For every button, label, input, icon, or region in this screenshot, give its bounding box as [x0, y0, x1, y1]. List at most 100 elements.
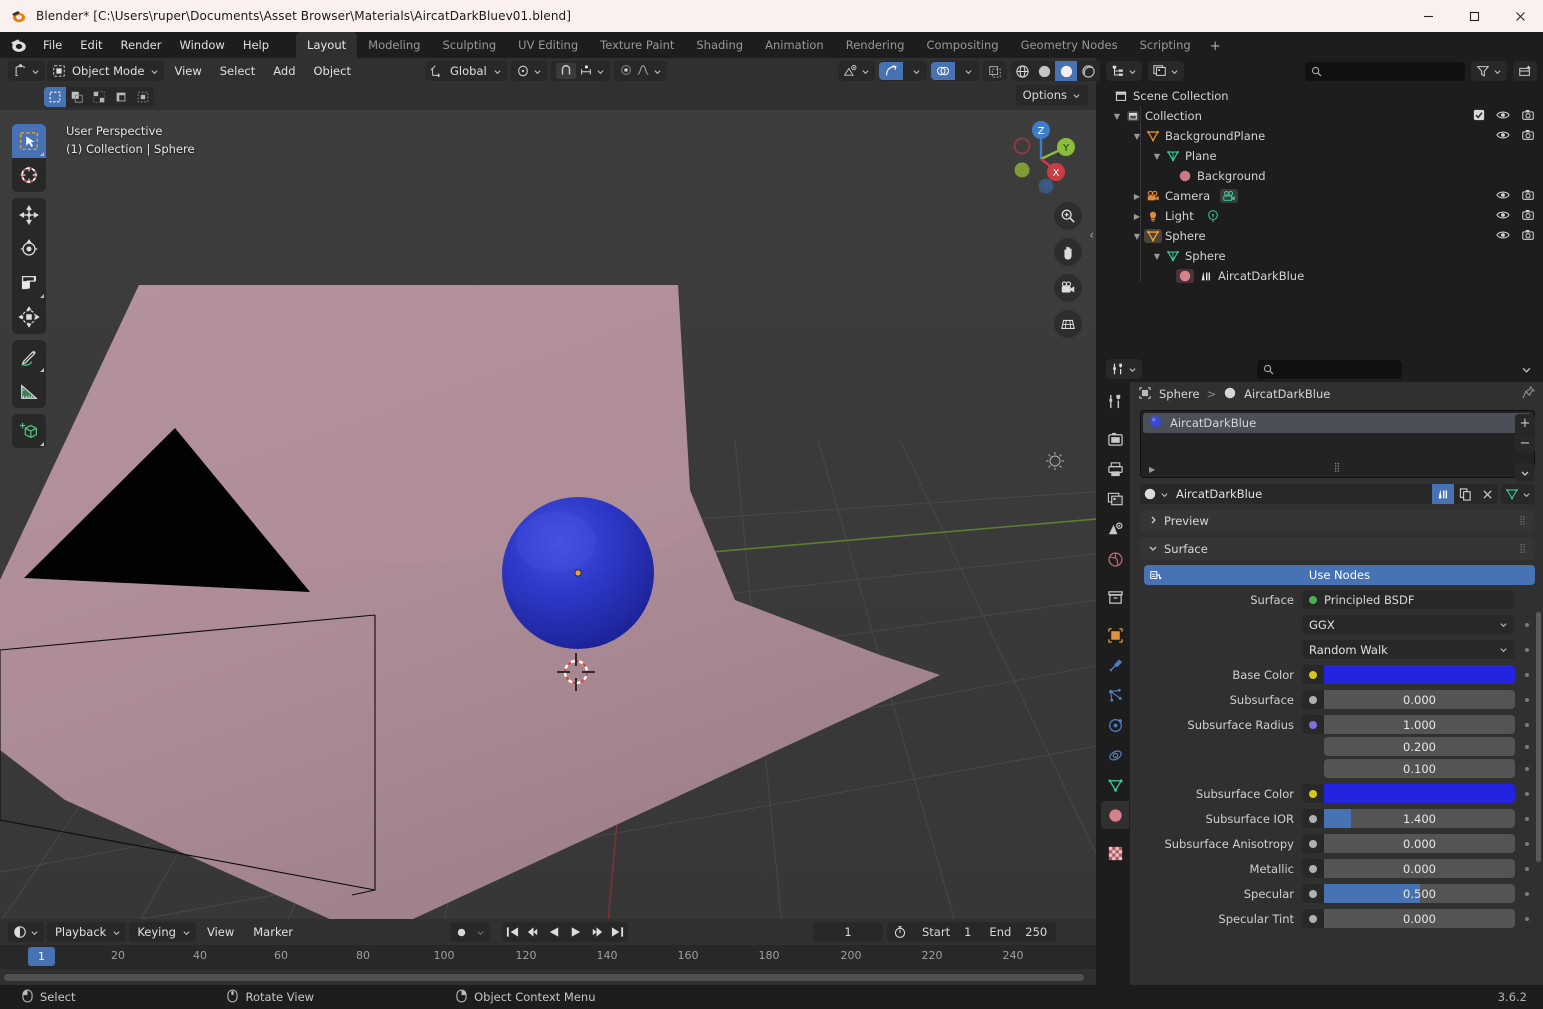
properties-search-input[interactable] — [1256, 359, 1402, 379]
use-nodes-button[interactable]: Use Nodes — [1144, 565, 1535, 585]
pin-properties-icon[interactable] — [1522, 385, 1536, 402]
zoom-view-icon[interactable] — [1054, 202, 1082, 230]
add-material-slot-button[interactable]: + — [1515, 414, 1535, 433]
playhead[interactable]: 1 — [28, 947, 55, 966]
tab-texture[interactable] — [1101, 839, 1129, 867]
xray-toggle[interactable] — [983, 61, 1007, 81]
expand-triangle-icon[interactable]: ▼ — [1130, 232, 1144, 241]
properties-vertical-scrollbar[interactable] — [1536, 612, 1541, 862]
material-datablock-selector[interactable]: AircatDarkBlue — [1140, 484, 1498, 504]
object-visibility-dropdown[interactable] — [838, 61, 875, 81]
outliner-row-collection[interactable]: ▼ Collection — [1100, 106, 1543, 126]
tab-compositing[interactable]: Compositing — [915, 32, 1009, 58]
outliner-filter-dropdown[interactable] — [1471, 61, 1507, 81]
outliner-row-sphere-object[interactable]: ▼ Sphere — [1100, 226, 1543, 246]
specular-field[interactable]: 0.500 — [1324, 884, 1515, 903]
animate-property-icon[interactable] — [1519, 744, 1535, 749]
playback-dropdown[interactable]: Playback — [47, 922, 127, 942]
subsurface-socket-button[interactable] — [1302, 690, 1324, 709]
tool-measure-icon[interactable] — [12, 374, 46, 408]
subsurface-ior-socket-button[interactable] — [1302, 809, 1324, 828]
metallic-socket-button[interactable] — [1302, 859, 1324, 878]
end-frame-field[interactable]: End 250 — [980, 922, 1056, 942]
expand-triangle-icon[interactable]: ▶ — [1130, 212, 1144, 221]
subsurface-color-socket-button[interactable] — [1302, 784, 1324, 803]
tool-rotate-icon[interactable] — [12, 232, 46, 266]
tab-world[interactable] — [1101, 545, 1129, 573]
camera-render-icon[interactable] — [1521, 108, 1535, 124]
fake-user-icon[interactable] — [1432, 484, 1454, 504]
start-frame-field[interactable]: Start 1 — [913, 922, 980, 942]
outliner-row-light[interactable]: ▶ Light — [1100, 206, 1543, 226]
animate-property-icon[interactable] — [1519, 672, 1535, 677]
animate-property-icon[interactable] — [1519, 722, 1535, 727]
tab-output[interactable] — [1101, 455, 1129, 483]
transform-orientation-dropdown[interactable]: Global — [425, 61, 507, 81]
tab-rendering[interactable]: Rendering — [835, 32, 916, 58]
toggle-perspective-icon[interactable] — [1054, 310, 1082, 338]
select-subtract-icon[interactable] — [88, 87, 110, 107]
material-slot-specials-button[interactable] — [1515, 463, 1535, 482]
solid-shading-icon[interactable] — [1033, 61, 1055, 81]
outliner-row-backgroundplane[interactable]: ▼ BackgroundPlane — [1100, 126, 1543, 146]
outliner-editor-type-button[interactable] — [1106, 61, 1142, 81]
outliner-row-aircatdarkblue-material[interactable]: AircatDarkBlue — [1100, 266, 1543, 286]
tool-add-cube-icon[interactable] — [12, 414, 46, 448]
subsurface-radius-z-field[interactable]: 0.100 — [1324, 759, 1515, 778]
specular-tint-socket-button[interactable] — [1302, 909, 1324, 928]
close-button[interactable] — [1497, 0, 1543, 32]
subsurface-method-dropdown[interactable]: Random Walk — [1302, 640, 1515, 659]
slot-list-grip[interactable]: ⣿ — [1334, 463, 1342, 473]
camera-render-icon[interactable] — [1521, 228, 1535, 244]
animate-property-icon[interactable] — [1519, 816, 1535, 821]
interaction-mode-dropdown[interactable]: Object Mode — [47, 61, 165, 81]
menu-help[interactable]: Help — [234, 35, 278, 55]
animate-property-icon[interactable] — [1519, 866, 1535, 871]
tool-move-icon[interactable] — [12, 198, 46, 232]
tab-animation[interactable]: Animation — [754, 32, 835, 58]
animate-property-icon[interactable] — [1519, 697, 1535, 702]
tool-annotate-icon[interactable] — [12, 340, 46, 374]
outliner-row-sphere-mesh[interactable]: ▼ Sphere — [1100, 246, 1543, 266]
tab-tool[interactable] — [1101, 387, 1129, 415]
animate-property-icon[interactable] — [1519, 622, 1535, 627]
animate-property-icon[interactable] — [1519, 891, 1535, 896]
add-workspace-button[interactable]: + — [1202, 35, 1229, 58]
auto-keying-toggle[interactable] — [450, 922, 490, 942]
base-color-swatch[interactable] — [1324, 665, 1515, 684]
expand-triangle-icon[interactable]: ▼ — [1110, 112, 1124, 121]
tab-shading[interactable]: Shading — [685, 32, 754, 58]
new-collection-button[interactable] — [1513, 61, 1537, 81]
outliner-row-background-material[interactable]: Background — [1100, 166, 1543, 186]
tab-uv-editing[interactable]: UV Editing — [507, 32, 589, 58]
viewport-options-button[interactable]: Options — [1015, 85, 1088, 105]
animate-property-icon[interactable] — [1519, 647, 1535, 652]
animate-property-icon[interactable] — [1519, 766, 1535, 771]
falloff-curve-icon[interactable] — [636, 63, 650, 80]
use-preview-range-icon[interactable] — [887, 925, 913, 939]
menu-window[interactable]: Window — [170, 35, 233, 55]
editor-type-button[interactable] — [8, 61, 45, 81]
outliner-search-input[interactable] — [1305, 61, 1465, 81]
animate-property-icon[interactable] — [1519, 841, 1535, 846]
camera-render-icon[interactable] — [1521, 128, 1535, 144]
eye-icon[interactable] — [1496, 209, 1510, 224]
timeline-menu-view[interactable]: View — [199, 922, 242, 942]
tab-particles[interactable] — [1101, 681, 1129, 709]
jump-to-prev-keyframe-button[interactable] — [523, 922, 544, 942]
menu-file[interactable]: File — [34, 35, 71, 55]
subsurface-anisotropy-field[interactable]: 0.000 — [1324, 834, 1515, 853]
viewport-menu-add[interactable]: Add — [265, 61, 303, 81]
timeline-ruler[interactable]: 20 40 60 80 100 120 140 160 180 200 220 … — [0, 945, 1096, 969]
tab-scene[interactable] — [1101, 515, 1129, 543]
slot-specials-triangle-icon[interactable]: ▶ — [1149, 465, 1155, 474]
base-color-socket-button[interactable] — [1302, 665, 1324, 684]
material-slot-item[interactable]: AircatDarkBlue — [1143, 413, 1532, 433]
subsurface-color-swatch[interactable] — [1324, 784, 1515, 803]
jump-to-start-button[interactable] — [502, 922, 523, 942]
eye-icon[interactable] — [1496, 189, 1510, 204]
eye-icon[interactable] — [1496, 229, 1510, 244]
tab-modeling[interactable]: Modeling — [357, 32, 431, 58]
tab-physics[interactable] — [1101, 711, 1129, 739]
properties-editor-type-button[interactable] — [1106, 359, 1142, 379]
